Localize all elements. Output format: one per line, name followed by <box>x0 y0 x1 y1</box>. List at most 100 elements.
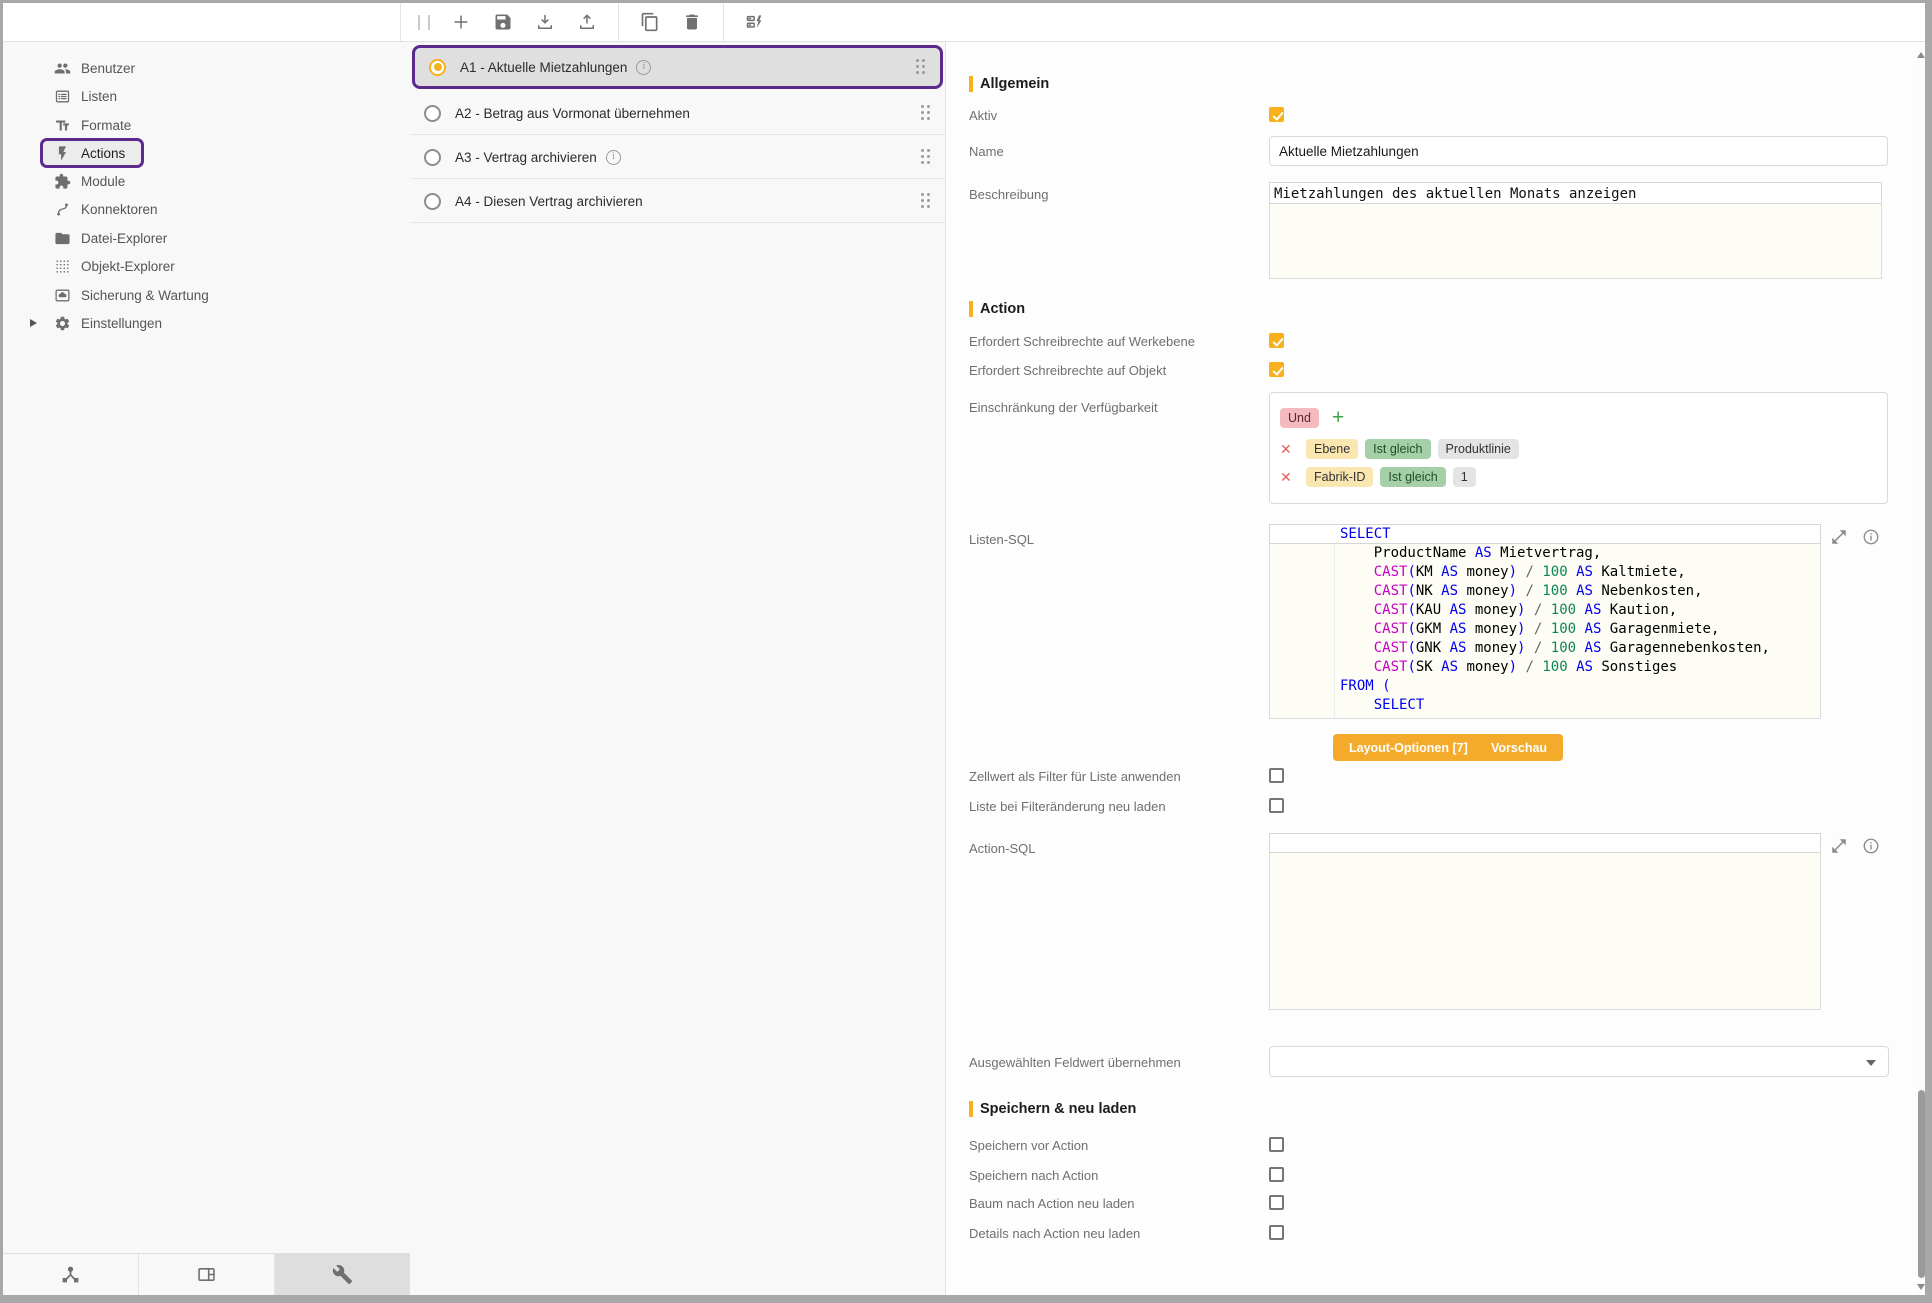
schreibrechte-werkebene-checkbox[interactable] <box>1269 333 1284 348</box>
copy-button[interactable] <box>639 11 661 33</box>
action-list-row[interactable]: A2 - Betrag aus Vormonat übernehmen <box>410 92 945 135</box>
sidebar-item-objekt-explorer[interactable]: Objekt-Explorer <box>3 254 410 278</box>
speichern-row-checkbox[interactable] <box>1269 1225 1284 1240</box>
download-button[interactable] <box>534 11 556 33</box>
action-list-panel: A1 - Aktuelle Mietzahlungen A2 - Betrag a… <box>410 42 945 1295</box>
drag-handle-icon[interactable] <box>921 105 931 121</box>
sidebar-item-konnektoren[interactable]: Konnektoren <box>3 197 410 221</box>
schreibrechte-objekt-checkbox[interactable] <box>1269 362 1284 377</box>
filter-condition-row: ✕Ebene Ist gleich Produktlinie <box>1280 439 1519 459</box>
app-window: Benutzer Listen Formate Actions Module Konnek… <box>0 0 1932 1303</box>
condition-field-chip[interactable]: Fabrik-ID <box>1306 467 1373 487</box>
condition-field-chip[interactable]: Ebene <box>1306 439 1358 459</box>
row-radio[interactable] <box>424 149 441 166</box>
sidebar-item-label: Formate <box>81 118 131 133</box>
action-list-row[interactable]: A1 - Aktuelle Mietzahlungen <box>412 45 943 89</box>
sidebar-item-sicherung-wartung[interactable]: Sicherung & Wartung <box>3 283 410 307</box>
sidebar-item-module[interactable]: Module <box>3 169 410 193</box>
save-button[interactable] <box>492 11 514 33</box>
info-icon[interactable] <box>1862 837 1880 855</box>
expander-caret-icon[interactable] <box>30 319 37 327</box>
row-label: A3 - Vertrag archivieren <box>455 150 597 165</box>
toolbar-separator <box>723 3 724 41</box>
section-allgemein: Allgemein <box>969 75 1049 92</box>
vorschau-button[interactable]: Vorschau <box>1475 734 1563 761</box>
schreibrechte-objekt-label: Erfordert Schreibrechte auf Objekt <box>969 363 1166 378</box>
sidebar-item-label: Einstellungen <box>81 316 162 331</box>
row-radio[interactable] <box>429 59 446 76</box>
liste-neu-laden-checkbox[interactable] <box>1269 798 1284 813</box>
sidebar-item-actions[interactable]: Actions <box>3 141 410 165</box>
condition-value-chip[interactable]: 1 <box>1453 467 1476 487</box>
action-list-row[interactable]: A3 - Vertrag archivieren <box>410 136 945 179</box>
name-input[interactable]: Aktuelle Mietzahlungen <box>1269 136 1888 166</box>
sidebar-item-label: Datei-Explorer <box>81 231 167 246</box>
active-line <box>1269 833 1821 853</box>
dot-grid-icon <box>53 257 71 275</box>
beschreibung-editor[interactable]: Mietzahlungen des aktuellen Monats anzei… <box>1269 182 1882 279</box>
delete-button[interactable] <box>681 11 703 33</box>
sidebar-tab-wrench[interactable] <box>275 1254 410 1295</box>
upload-button[interactable] <box>576 11 598 33</box>
sidebar-tab-tree[interactable] <box>3 1254 139 1295</box>
speichern-row-checkbox[interactable] <box>1269 1195 1284 1210</box>
feldwert-select[interactable] <box>1269 1046 1889 1077</box>
section-title: Action <box>980 301 1025 317</box>
speichern-row-checkbox[interactable] <box>1269 1137 1284 1152</box>
condition-value-chip[interactable]: Produktlinie <box>1438 439 1519 459</box>
condition-operator-chip[interactable]: Ist gleich <box>1380 467 1445 487</box>
speichern-row-checkbox[interactable] <box>1269 1167 1284 1182</box>
drag-handle-icon[interactable] <box>921 193 931 209</box>
name-value: Aktuelle Mietzahlungen <box>1279 144 1419 159</box>
detail-panel: Allgemein Aktiv Name Aktuelle Mietzahlun… <box>945 42 1917 1295</box>
drag-handle-icon[interactable] <box>916 59 926 75</box>
row-radio[interactable] <box>424 193 441 210</box>
scroll-down-arrow-icon[interactable] <box>1917 1284 1925 1290</box>
expand-icon[interactable] <box>1830 837 1848 855</box>
speichern-row-label: Speichern vor Action <box>969 1138 1088 1153</box>
sql-line: SELECT <box>1340 525 1770 544</box>
toolbar-separator <box>618 3 619 41</box>
action-list-row[interactable]: A4 - Diesen Vertrag archivieren <box>410 180 945 223</box>
aktiv-checkbox[interactable] <box>1269 107 1284 122</box>
add-condition-icon[interactable]: + <box>1332 409 1344 427</box>
sidebar-item-listen[interactable]: Listen <box>3 84 410 108</box>
users-icon <box>53 59 71 77</box>
info-icon[interactable] <box>606 150 621 165</box>
zellwert-label: Zellwert als Filter für Liste anwenden <box>969 769 1181 784</box>
add-button[interactable] <box>450 11 472 33</box>
sidebar-item-einstellungen[interactable]: Einstellungen <box>3 311 410 335</box>
row-label: A1 - Aktuelle Mietzahlungen <box>460 60 627 75</box>
gear-icon <box>53 314 71 332</box>
action-sql-label: Action-SQL <box>969 841 1035 856</box>
info-icon[interactable] <box>1862 528 1880 546</box>
listen-sql-editor[interactable]: SELECT ProductName AS Mietvertrag, CAST(… <box>1269 524 1821 719</box>
conjunction-chip[interactable]: Und <box>1280 408 1319 428</box>
row-label: A4 - Diesen Vertrag archivieren <box>455 194 643 209</box>
sql-line: FROM ( <box>1340 677 1770 696</box>
drag-handle-icon[interactable] <box>921 149 931 165</box>
action-sql-icons <box>1830 837 1880 855</box>
action-list-button[interactable] <box>744 11 766 33</box>
layout-optionen-button[interactable]: Layout-Optionen [7] <box>1333 734 1484 761</box>
zellwert-checkbox[interactable] <box>1269 768 1284 783</box>
scrollbar-thumb[interactable] <box>1918 1090 1925 1278</box>
sidebar-item-benutzer[interactable]: Benutzer <box>3 56 410 80</box>
expand-icon[interactable] <box>1830 528 1848 546</box>
condition-operator-chip[interactable]: Ist gleich <box>1365 439 1430 459</box>
toolbar-buttons <box>410 3 766 41</box>
remove-condition-icon[interactable]: ✕ <box>1280 469 1306 486</box>
toolbar-drag-handle[interactable] <box>418 15 430 30</box>
action-sql-editor[interactable] <box>1269 833 1821 1010</box>
row-radio[interactable] <box>424 105 441 122</box>
sidebar-item-formate[interactable]: Formate <box>3 113 410 137</box>
sidebar-item-datei-explorer[interactable]: Datei-Explorer <box>3 226 410 250</box>
liste-neu-laden-label: Liste bei Filteränderung neu laden <box>969 799 1166 814</box>
section-title: Allgemein <box>980 76 1049 92</box>
sidebar-item-label: Benutzer <box>81 61 135 76</box>
info-icon[interactable] <box>636 60 651 75</box>
scroll-up-arrow-icon[interactable] <box>1917 52 1925 58</box>
remove-condition-icon[interactable]: ✕ <box>1280 441 1306 458</box>
sidebar-tab-layout[interactable] <box>139 1254 275 1295</box>
section-accent-bar <box>969 301 973 317</box>
